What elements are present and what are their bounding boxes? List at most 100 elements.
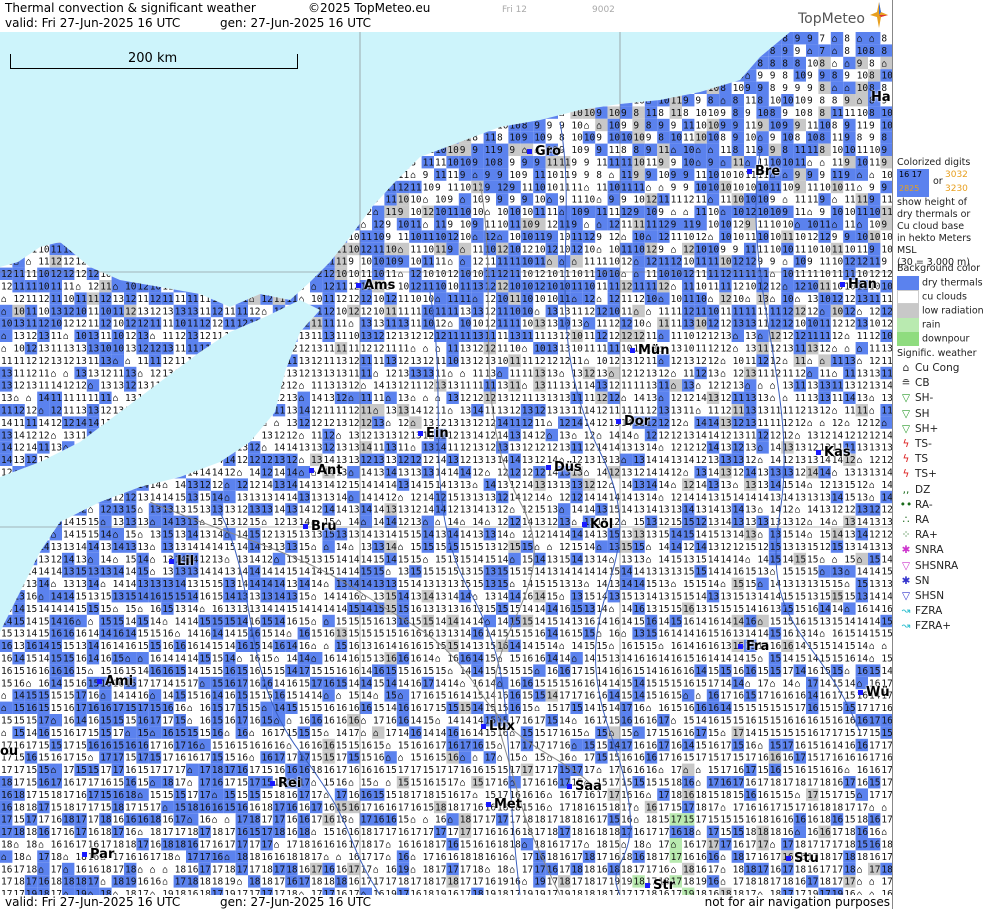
svg-text:13: 13 bbox=[609, 592, 620, 603]
svg-text:⌂: ⌂ bbox=[571, 294, 577, 305]
svg-text:14: 14 bbox=[38, 393, 50, 404]
svg-text:15: 15 bbox=[447, 492, 458, 503]
svg-text:13: 13 bbox=[857, 368, 868, 379]
weather-map[interactable]: 8 9 ⌂ 8 7 7 9 9 ⌂ ⌂ 9 10 8 8 8 8 8 9 9 ⌂ 9 ⌂ 8 9 8 9 8 8 8 8 8 10 8 8 ⌂ 7 9 9… bbox=[0, 32, 892, 895]
svg-text:9: 9 bbox=[733, 133, 739, 144]
svg-text:15: 15 bbox=[745, 542, 756, 553]
svg-text:11: 11 bbox=[733, 306, 745, 317]
svg-text:11: 11 bbox=[559, 182, 571, 193]
svg-text:8: 8 bbox=[695, 58, 701, 69]
svg-text:11: 11 bbox=[410, 319, 422, 330]
svg-text:12: 12 bbox=[398, 455, 409, 466]
svg-text:12: 12 bbox=[175, 455, 186, 466]
legend-panel: Colorized digits 16 17 2825 or 3032 3230… bbox=[892, 0, 983, 909]
svg-text:10: 10 bbox=[373, 306, 385, 317]
svg-text:12: 12 bbox=[485, 282, 496, 293]
svg-text:9: 9 bbox=[658, 158, 664, 169]
svg-text:8: 8 bbox=[249, 96, 255, 107]
svg-text:11: 11 bbox=[175, 381, 187, 392]
svg-text:13: 13 bbox=[249, 492, 260, 503]
svg-text:9: 9 bbox=[75, 34, 81, 45]
svg-text:10: 10 bbox=[881, 232, 892, 243]
svg-text:14: 14 bbox=[261, 604, 273, 615]
svg-text:10: 10 bbox=[274, 257, 286, 268]
svg-text:9: 9 bbox=[63, 170, 69, 181]
svg-text:13: 13 bbox=[187, 492, 198, 503]
svg-text:12: 12 bbox=[361, 455, 372, 466]
svg-text:14: 14 bbox=[361, 480, 373, 491]
svg-text:14: 14 bbox=[348, 554, 360, 565]
svg-text:14: 14 bbox=[881, 468, 892, 479]
svg-text:12: 12 bbox=[497, 282, 508, 293]
svg-text:⌂: ⌂ bbox=[547, 430, 553, 441]
svg-text:13: 13 bbox=[559, 393, 570, 404]
svg-text:13: 13 bbox=[782, 542, 793, 553]
svg-text:13: 13 bbox=[819, 381, 830, 392]
svg-text:14: 14 bbox=[398, 592, 410, 603]
svg-text:12: 12 bbox=[695, 368, 706, 379]
svg-text:⌂: ⌂ bbox=[373, 120, 379, 131]
svg-text:⌂: ⌂ bbox=[150, 554, 156, 565]
svg-text:11: 11 bbox=[832, 356, 844, 367]
svg-text:11: 11 bbox=[237, 220, 249, 231]
svg-text:10: 10 bbox=[447, 356, 459, 367]
svg-text:14: 14 bbox=[162, 492, 174, 503]
svg-text:⌂: ⌂ bbox=[224, 492, 230, 503]
svg-text:10: 10 bbox=[509, 120, 521, 131]
svg-text:11: 11 bbox=[646, 220, 658, 231]
svg-text:13: 13 bbox=[547, 406, 558, 417]
svg-text:10: 10 bbox=[88, 83, 100, 94]
svg-text:14: 14 bbox=[857, 542, 869, 553]
svg-text:12: 12 bbox=[869, 455, 880, 466]
svg-text:11: 11 bbox=[819, 331, 831, 342]
svg-text:10: 10 bbox=[757, 232, 769, 243]
svg-text:13: 13 bbox=[113, 443, 124, 454]
svg-text:13: 13 bbox=[708, 368, 719, 379]
svg-text:11: 11 bbox=[596, 282, 608, 293]
svg-text:13: 13 bbox=[162, 579, 173, 590]
svg-text:12: 12 bbox=[472, 257, 483, 268]
svg-text:13: 13 bbox=[509, 331, 520, 342]
svg-text:8: 8 bbox=[361, 108, 367, 119]
svg-text:12: 12 bbox=[534, 468, 545, 479]
svg-text:⌂: ⌂ bbox=[671, 34, 677, 45]
svg-text:12: 12 bbox=[125, 468, 136, 479]
svg-text:8: 8 bbox=[13, 96, 19, 107]
svg-text:⌂: ⌂ bbox=[534, 542, 540, 553]
svg-text:11: 11 bbox=[175, 158, 187, 169]
svg-text:8: 8 bbox=[881, 133, 887, 144]
svg-text:13: 13 bbox=[38, 554, 49, 565]
svg-text:11: 11 bbox=[881, 368, 892, 379]
svg-text:10: 10 bbox=[633, 232, 645, 243]
svg-text:15: 15 bbox=[435, 554, 446, 565]
svg-text:14: 14 bbox=[286, 443, 298, 454]
svg-text:13: 13 bbox=[745, 319, 756, 330]
svg-text:⌂: ⌂ bbox=[162, 430, 168, 441]
svg-text:9: 9 bbox=[1, 182, 7, 193]
svg-text:11: 11 bbox=[782, 232, 794, 243]
svg-text:13: 13 bbox=[51, 517, 62, 528]
svg-text:13: 13 bbox=[844, 468, 855, 479]
svg-text:10: 10 bbox=[410, 294, 422, 305]
svg-text:14: 14 bbox=[51, 455, 63, 466]
svg-text:14: 14 bbox=[187, 430, 199, 441]
svg-text:10: 10 bbox=[150, 108, 162, 119]
svg-text:11: 11 bbox=[770, 182, 782, 193]
svg-text:13: 13 bbox=[261, 393, 272, 404]
svg-text:⌂: ⌂ bbox=[435, 517, 441, 528]
svg-text:⌂: ⌂ bbox=[162, 616, 168, 627]
svg-text:14: 14 bbox=[125, 455, 137, 466]
svg-text:10: 10 bbox=[51, 207, 63, 218]
svg-text:11: 11 bbox=[509, 381, 521, 392]
svg-text:12: 12 bbox=[261, 468, 272, 479]
svg-text:13: 13 bbox=[113, 505, 124, 516]
svg-text:10: 10 bbox=[286, 182, 298, 193]
svg-text:15: 15 bbox=[299, 616, 310, 627]
svg-text:13: 13 bbox=[658, 592, 669, 603]
svg-text:12: 12 bbox=[63, 257, 74, 268]
svg-text:14: 14 bbox=[13, 517, 25, 528]
svg-text:12: 12 bbox=[584, 232, 595, 243]
svg-text:13: 13 bbox=[881, 579, 892, 590]
svg-text:10: 10 bbox=[299, 58, 311, 69]
svg-text:⌂: ⌂ bbox=[671, 207, 677, 218]
